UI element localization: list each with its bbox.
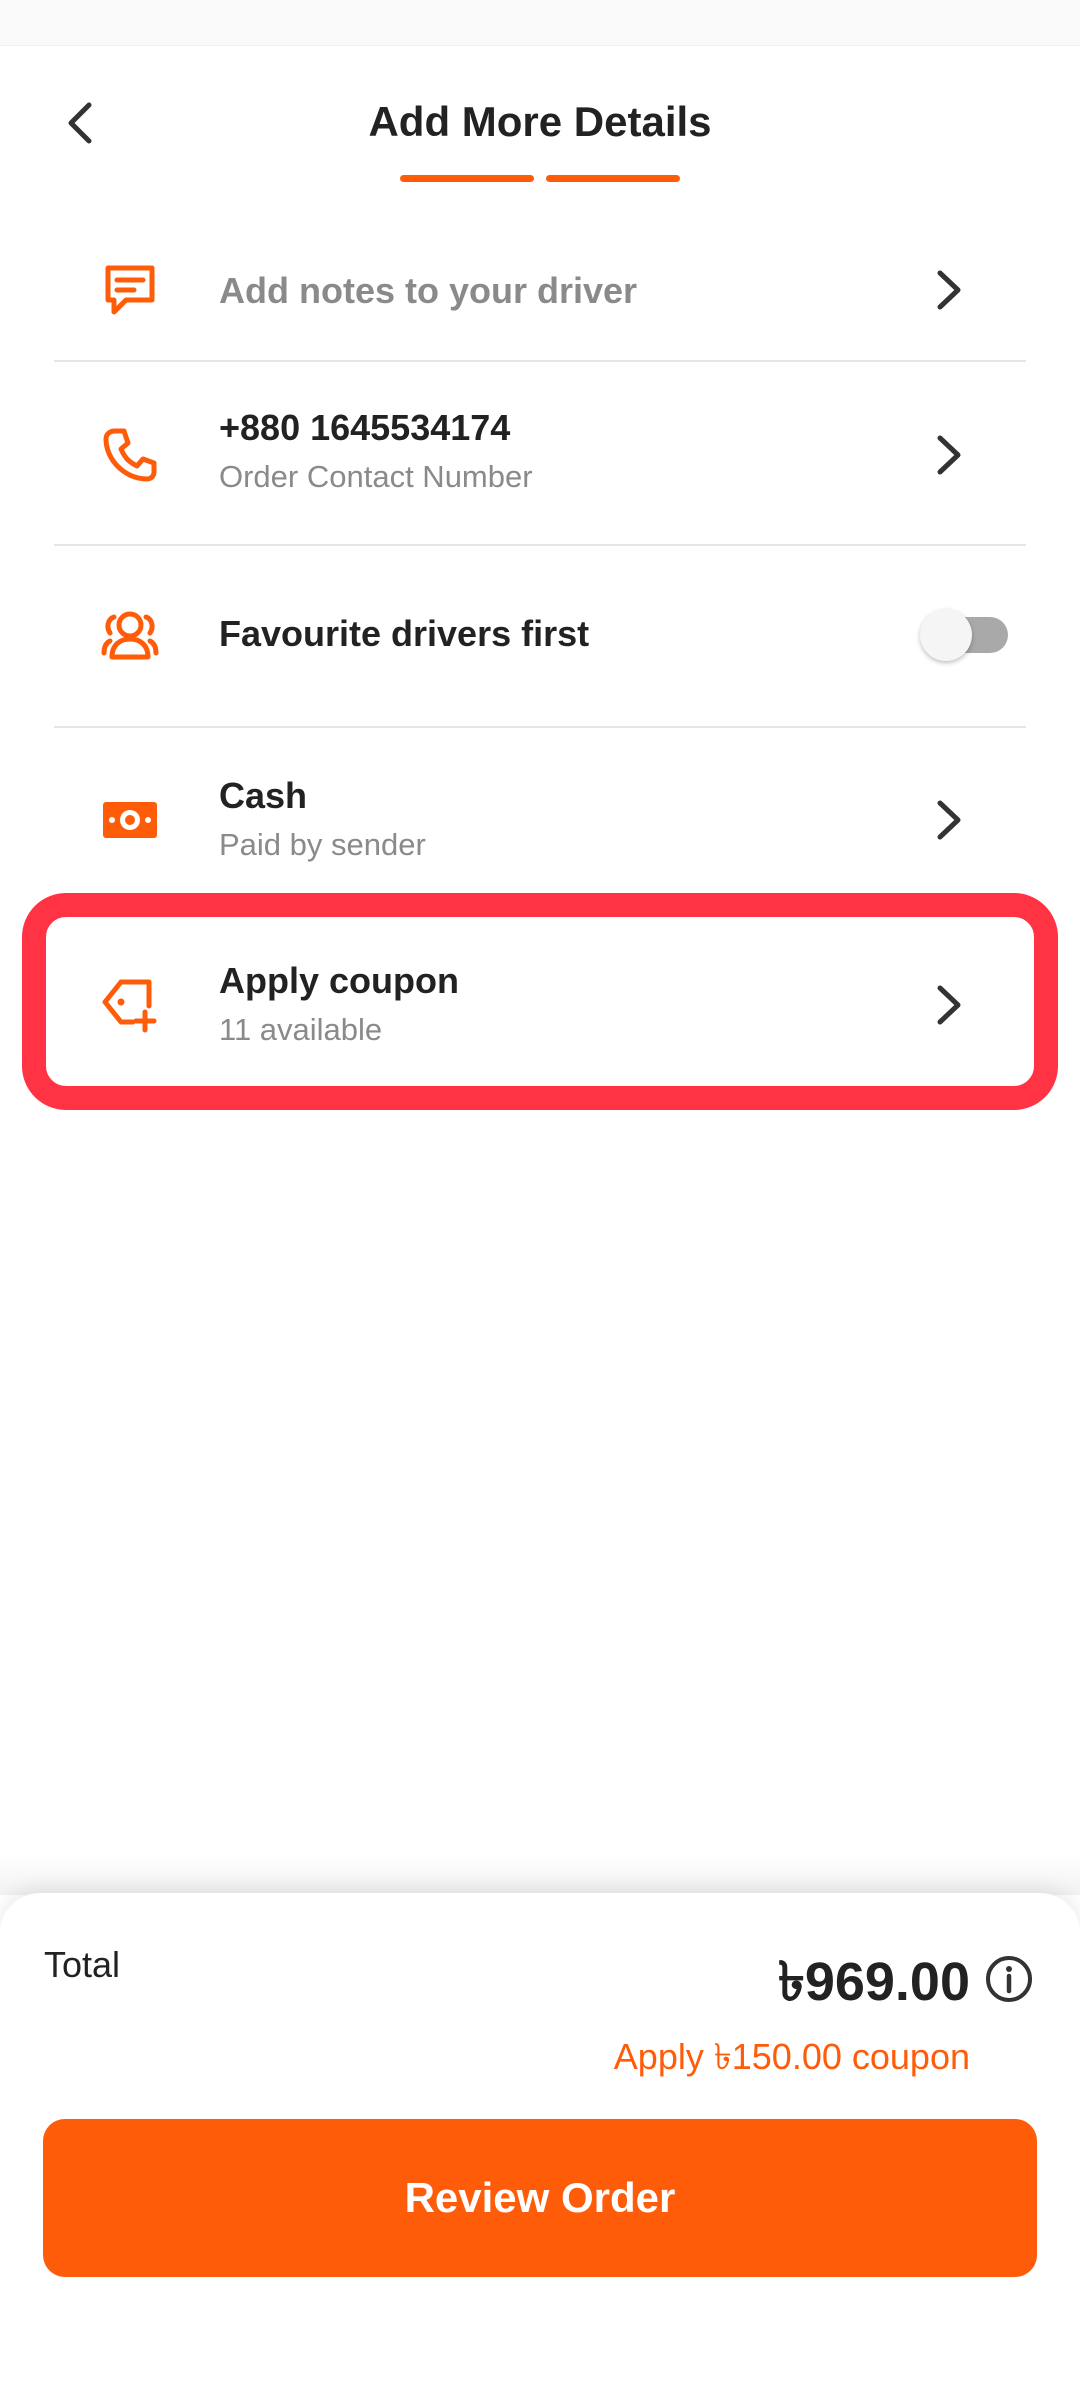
- cash-icon: [98, 788, 162, 852]
- total-label: Total: [44, 1944, 121, 1985]
- apply-coupon-link[interactable]: Apply ৳150.00 coupon: [614, 2030, 970, 2090]
- title-underline-right: [546, 175, 680, 182]
- divider: [54, 360, 1026, 362]
- notes-row[interactable]: Add notes to your driver: [54, 240, 1026, 340]
- chevron-right-icon: [924, 258, 974, 322]
- notes-label: Add notes to your driver: [219, 270, 638, 311]
- contact-number: +880 1645534174: [219, 407, 511, 448]
- favourite-text: Favourite drivers first: [219, 613, 589, 655]
- notes-text: Add notes to your driver: [219, 270, 637, 312]
- toggle-knob: [920, 609, 972, 661]
- chevron-right-icon: [924, 788, 974, 852]
- status-bar: [0, 0, 1080, 46]
- add-more-details-screen: Add More Details Add notes to your drive…: [0, 0, 1080, 2400]
- review-order-button[interactable]: Review Order: [43, 2119, 1037, 2277]
- contact-text: +880 1645534174 Order Contact Number: [219, 407, 533, 495]
- favourite-drivers-row: Favourite drivers first: [54, 580, 1026, 690]
- contact-subtitle: Order Contact Number: [219, 459, 533, 494]
- title-underline-left: [400, 175, 534, 182]
- message-icon: [98, 258, 162, 322]
- chevron-right-icon: [924, 423, 974, 487]
- favourite-label: Favourite drivers first: [219, 613, 590, 654]
- divider: [54, 544, 1026, 546]
- coupon-highlight-outline: [22, 893, 1058, 1110]
- favourite-drivers-toggle[interactable]: [920, 607, 1012, 663]
- page-title: Add More Details: [368, 98, 712, 145]
- payment-subtitle: Paid by sender: [219, 827, 426, 862]
- payment-text: Cash Paid by sender: [219, 775, 426, 863]
- phone-icon: [98, 423, 162, 487]
- payment-method-label: Cash: [219, 775, 308, 816]
- payment-method-row[interactable]: Cash Paid by sender: [54, 760, 1026, 880]
- divider: [54, 726, 1026, 728]
- sheet-shadow: [0, 1855, 1080, 1895]
- info-icon[interactable]: [984, 1954, 1034, 2004]
- users-icon: [98, 603, 162, 667]
- contact-row[interactable]: +880 1645534174 Order Contact Number: [54, 395, 1026, 515]
- total-amount: ৳969.00: [777, 1952, 970, 2012]
